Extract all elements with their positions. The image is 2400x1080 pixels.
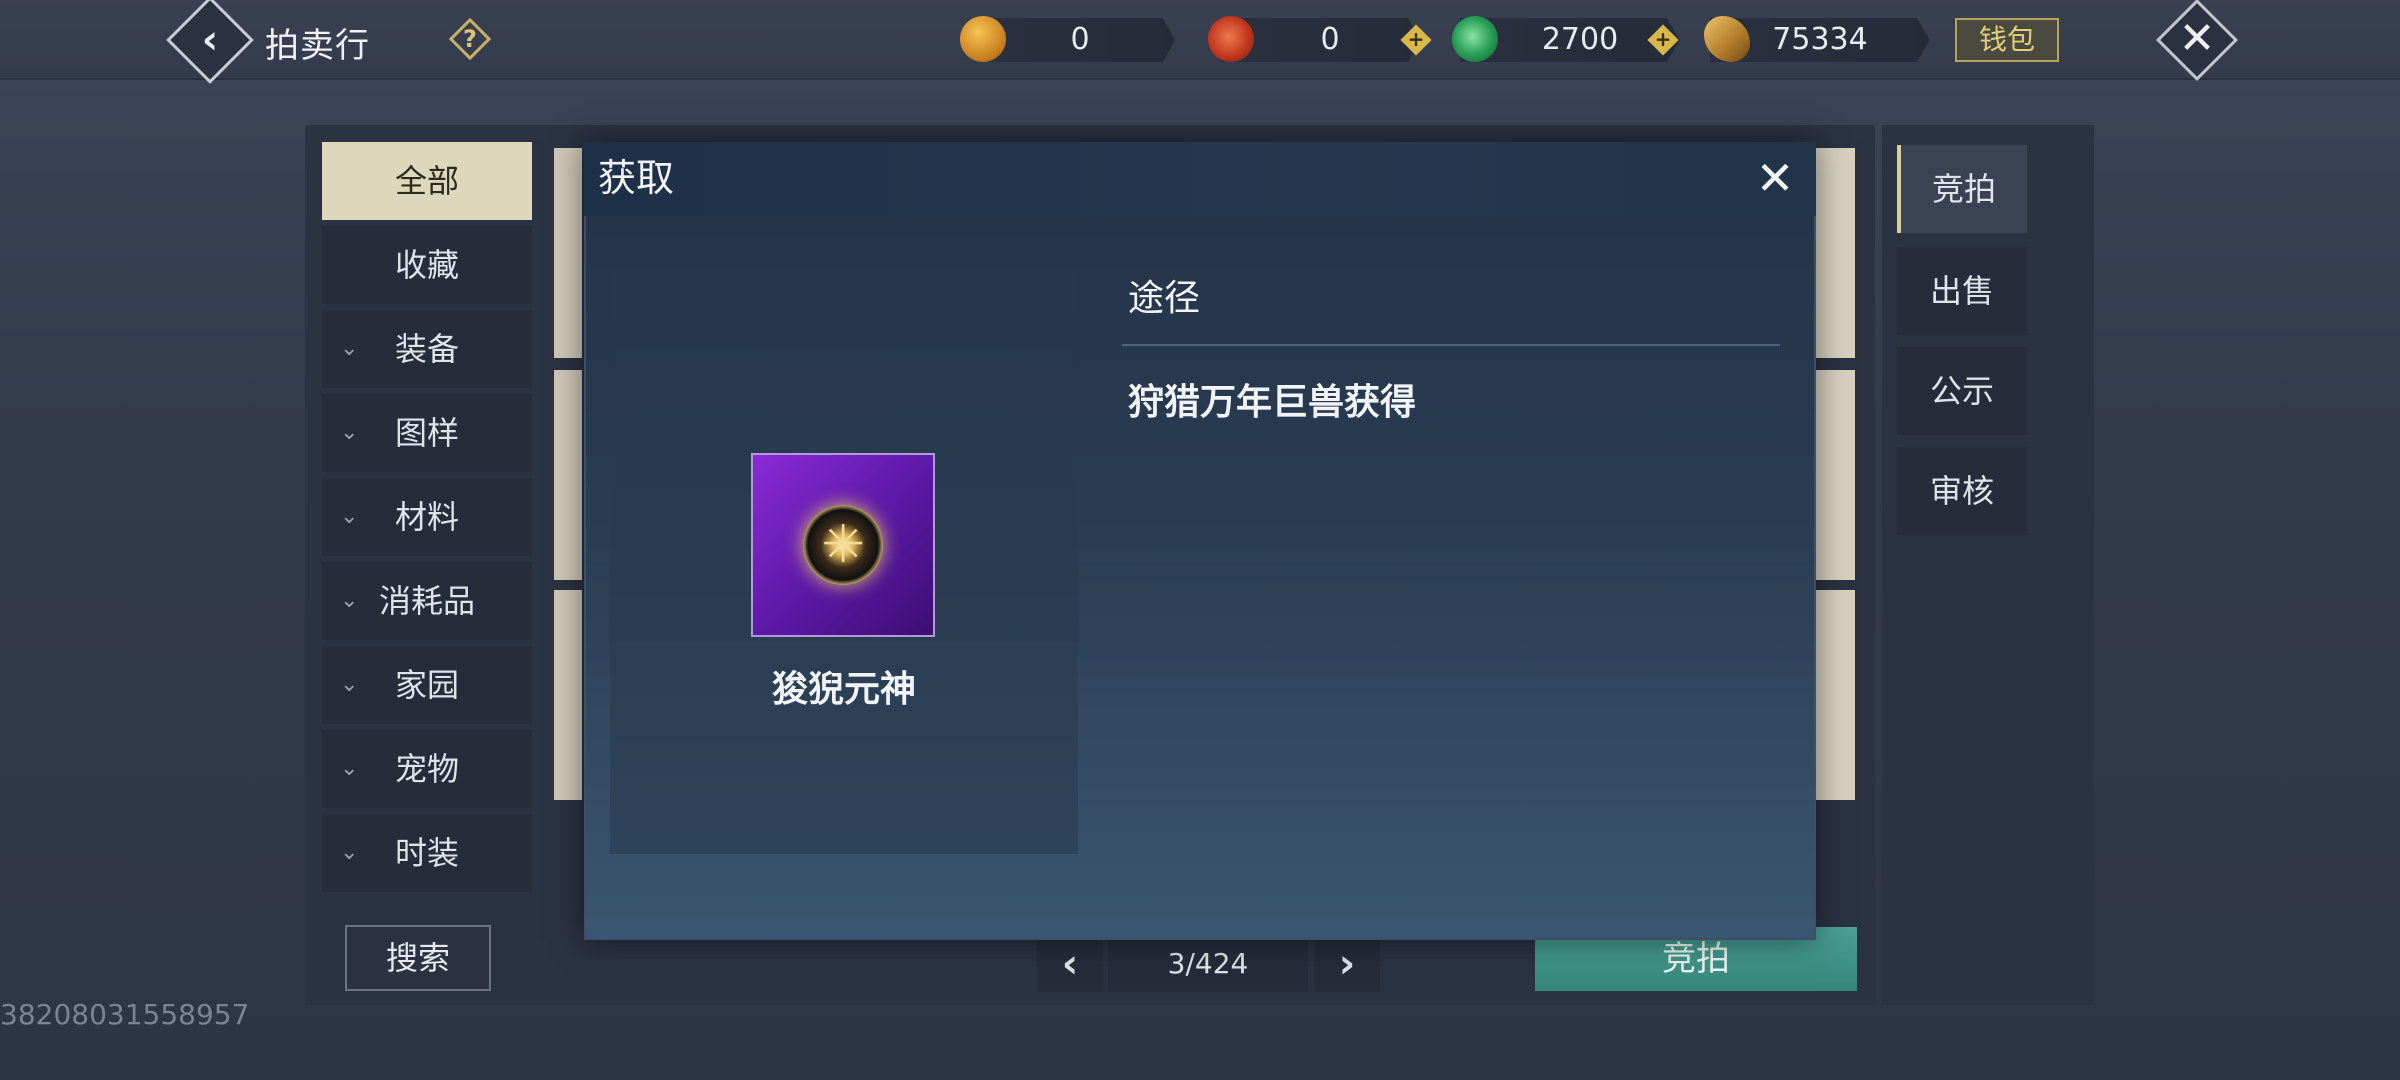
route-heading: 途径 <box>1128 278 1201 319</box>
chevron-down-icon: ⌄ <box>340 420 359 445</box>
category-patterns[interactable]: ⌄ 图样 <box>322 394 532 472</box>
help-icon[interactable]: ? <box>455 20 485 58</box>
category-label: 装备 <box>394 330 459 368</box>
tab-label: 公示 <box>1929 372 1994 410</box>
tab-label: 出售 <box>1929 272 1994 310</box>
chevron-down-icon: ⌄ <box>340 336 359 361</box>
star-burst-icon: ✳ <box>821 515 865 575</box>
category-label: 材料 <box>394 498 459 536</box>
player-id: 38208031558957 <box>0 998 250 1031</box>
chevron-down-icon: ⌄ <box>340 840 359 865</box>
chevron-down-icon: ⌄ <box>340 756 359 781</box>
listing-card[interactable] <box>1815 590 1855 800</box>
currency-value: 0 <box>1320 22 1340 57</box>
category-equipment[interactable]: ⌄ 装备 <box>322 310 532 388</box>
modal-title: 获取 <box>598 156 675 200</box>
page-indicator: 3/424 <box>1108 936 1308 992</box>
search-button[interactable]: 搜索 <box>345 925 491 991</box>
tab-label: 竞拍 <box>1931 170 1996 208</box>
tab-sell[interactable]: 出售 <box>1897 247 2027 335</box>
modal-close-icon[interactable]: ✕ <box>1747 150 1803 206</box>
prev-page-button[interactable]: ‹ <box>1037 936 1103 992</box>
category-label: 时装 <box>394 834 459 872</box>
category-label: 全部 <box>394 162 459 200</box>
tab-label: 审核 <box>1929 472 1994 510</box>
category-label: 收藏 <box>394 246 459 284</box>
route-source-text[interactable]: 狩猎万年巨兽获得 <box>1128 376 1416 430</box>
category-label: 家园 <box>394 666 459 704</box>
category-label: 宠物 <box>394 750 459 788</box>
category-materials[interactable]: ⌄ 材料 <box>322 478 532 556</box>
modal-header <box>584 142 1816 216</box>
chevron-down-icon: ⌄ <box>340 672 359 697</box>
plus-icon[interactable]: + <box>1652 26 1674 51</box>
wallet-button[interactable]: 钱包 <box>1955 18 2059 62</box>
category-pets[interactable]: ⌄ 宠物 <box>322 730 532 808</box>
jade-coin-icon <box>1452 16 1498 62</box>
listing-card[interactable] <box>1815 370 1855 580</box>
category-all[interactable]: 全部 <box>322 142 532 220</box>
category-label: 消耗品 <box>378 582 475 620</box>
category-home[interactable]: ⌄ 家园 <box>322 646 532 724</box>
page-title: 拍卖行 <box>265 26 370 66</box>
close-icon[interactable]: ✕ <box>2166 8 2228 70</box>
listing-card[interactable] <box>554 370 582 580</box>
tab-notice[interactable]: 公示 <box>1897 347 2027 435</box>
item-name: 狻猊元神 <box>771 669 916 710</box>
listing-card[interactable] <box>554 590 582 800</box>
route-divider <box>1122 344 1780 346</box>
back-arrow-icon[interactable]: ‹ <box>184 14 236 66</box>
currency-value: 2700 <box>1541 22 1619 57</box>
category-label: 图样 <box>394 414 459 452</box>
tab-bid[interactable]: 竞拍 <box>1897 145 2027 233</box>
mode-tabs: 竞拍 出售 公示 审核 <box>1882 125 2094 1005</box>
red-swirl-icon <box>1208 16 1254 62</box>
category-favorites[interactable]: 收藏 <box>322 226 532 304</box>
currency-value: 75334 <box>1772 22 1868 57</box>
tab-review[interactable]: 审核 <box>1897 447 2027 535</box>
chevron-down-icon: ⌄ <box>340 588 359 613</box>
chevron-down-icon: ⌄ <box>340 504 359 529</box>
currency-value: 0 <box>1070 22 1090 57</box>
category-fashion[interactable]: ⌄ 时装 <box>322 814 532 892</box>
category-consumables[interactable]: ⌄ 消耗品 <box>322 562 532 640</box>
next-page-button[interactable]: › <box>1314 936 1380 992</box>
listing-card[interactable] <box>554 148 582 358</box>
listing-card[interactable] <box>1815 148 1855 358</box>
plus-icon[interactable]: + <box>1405 26 1427 51</box>
